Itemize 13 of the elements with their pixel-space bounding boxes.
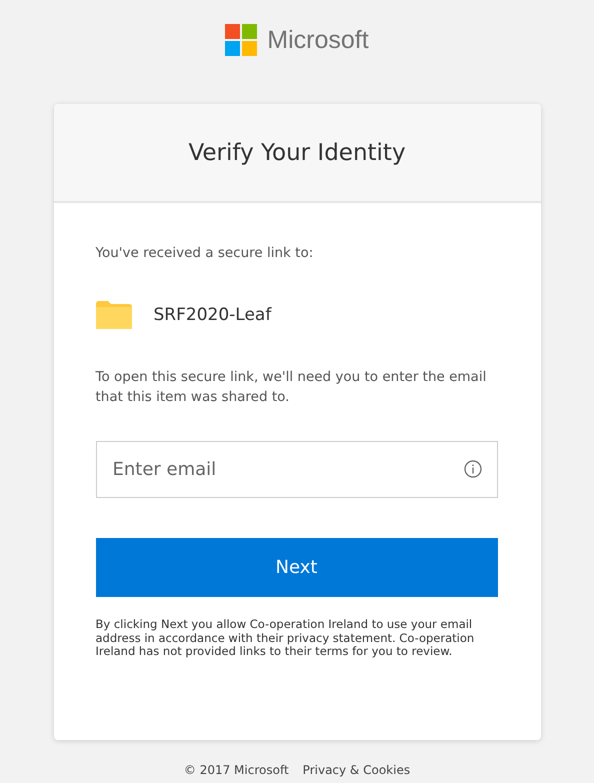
email-field[interactable]: Enter email — [96, 441, 498, 498]
intro-text: You've received a secure link to: — [96, 244, 314, 263]
card-title: Verify Your Identity — [188, 140, 406, 166]
privacy-link[interactable]: Privacy & Cookies — [302, 763, 410, 777]
folder-icon — [96, 301, 132, 329]
four-squares-logo-icon — [225, 24, 258, 56]
next-button[interactable]: Next — [96, 538, 498, 597]
item-name: SRF2020-Leaf — [154, 305, 272, 325]
brand-name: Microsoft — [267, 26, 369, 54]
info-icon[interactable] — [464, 460, 482, 478]
disclaimer-text: By clicking Next you allow Co-operation Ireland to use your email address in accordance with their privacy statement. Co-operation Ireland has not provided links to their terms for you to review. — [96, 618, 476, 658]
copyright-text: © 2017 Microsoft — [184, 763, 289, 777]
instructions-text: To open this secure link, we'll need you to enter the email that this item was shared to. — [96, 368, 488, 407]
